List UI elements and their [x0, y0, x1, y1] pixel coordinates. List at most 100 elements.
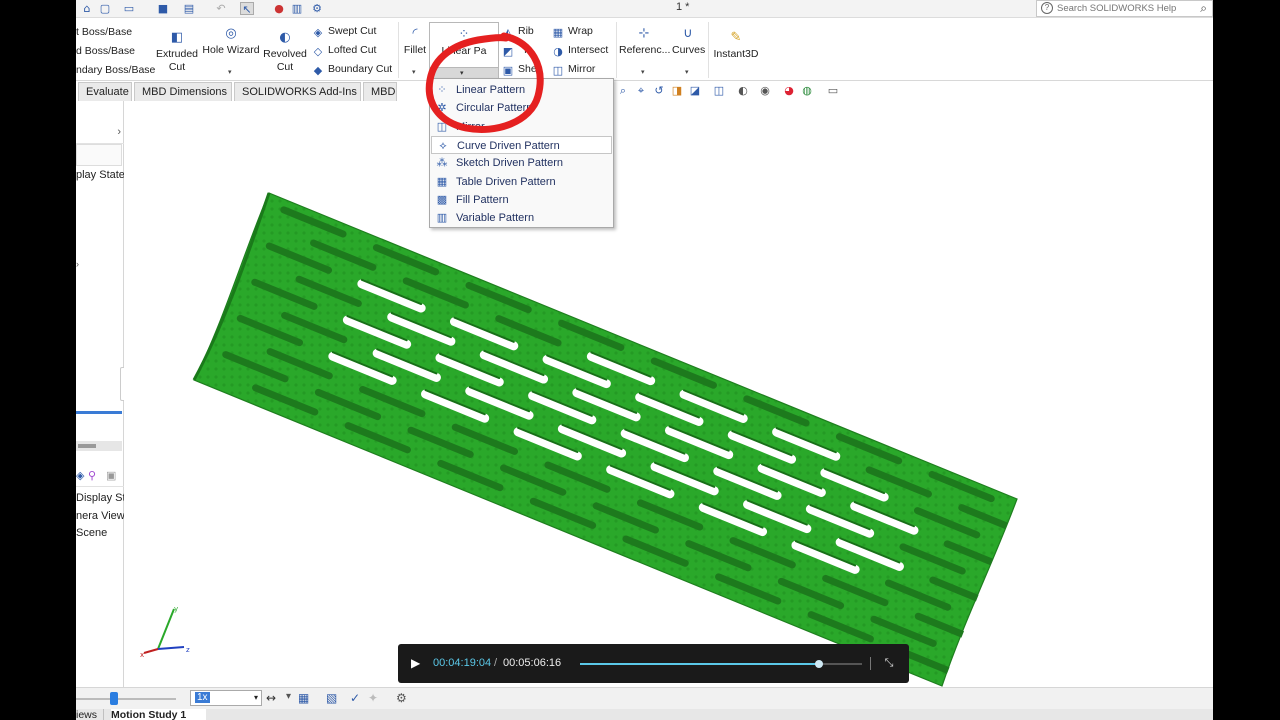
mirror-label: Mirror: [568, 63, 596, 75]
apply-scene-icon[interactable]: ◍: [800, 84, 814, 98]
swept-cut-label: Swept Cut: [328, 25, 377, 37]
hole-wizard-label: Hole Wizard: [202, 44, 260, 56]
search-icon[interactable]: ⌕: [1200, 1, 1207, 16]
camera-views-item[interactable]: nera Views: [76, 510, 130, 522]
seek-bar[interactable]: [580, 660, 862, 668]
play-icon[interactable]: ▶: [411, 656, 423, 670]
expand-arrow-icon[interactable]: ›: [76, 259, 79, 269]
exit-fullscreen-icon[interactable]: ⤡: [882, 656, 896, 670]
zoom-select[interactable]: 1x ▾: [190, 690, 262, 706]
view-triad: y z x: [140, 605, 190, 659]
open-icon[interactable]: ▭: [122, 2, 136, 15]
print-icon[interactable]: ▤: [182, 2, 196, 15]
menu-item-fill-pattern[interactable]: ▩ Fill Pattern: [431, 191, 612, 209]
wrap-button[interactable]: ▦ Wrap: [552, 25, 593, 42]
tab-model-views[interactable]: iews: [76, 709, 104, 720]
tab-solidworks-add-ins[interactable]: SOLIDWORKS Add-Ins: [234, 82, 361, 101]
lofted-cut-button[interactable]: ◇ Lofted Cut: [312, 44, 377, 61]
menu-item-table-driven-pattern[interactable]: ▦ Table Driven Pattern: [431, 173, 612, 191]
appearance-tab-icon[interactable]: ◈: [76, 469, 84, 482]
filter-field[interactable]: [76, 144, 122, 166]
zoom-to-fit-icon[interactable]: ⌕: [616, 84, 630, 98]
display-state-label: play State: [76, 169, 125, 181]
view-orientation-icon[interactable]: ◫: [712, 84, 726, 98]
select-icon[interactable]: ↖: [240, 2, 254, 16]
hole-wizard-button[interactable]: ◎ Hole Wizard: [202, 26, 260, 57]
edit-appearance-icon[interactable]: ◕: [782, 84, 796, 98]
extruded-cut-button[interactable]: ◧ Extruded Cut: [154, 30, 200, 74]
extruded-cut-icon: ◧: [170, 30, 184, 45]
add-key-icon[interactable]: ✦: [368, 691, 378, 705]
decal-tab-icon[interactable]: ⚲: [88, 469, 96, 482]
revolved-cut-button[interactable]: ◐ Revolved Cut: [263, 30, 307, 74]
home-icon[interactable]: ⌂: [80, 2, 94, 15]
calculate-icon[interactable]: ▦: [298, 691, 309, 705]
tab-mbd[interactable]: MBD: [363, 82, 397, 101]
reference-dropdown[interactable]: ▾: [641, 68, 645, 76]
hide-show-icon[interactable]: ◉: [758, 84, 772, 98]
resize-icon[interactable]: ↔: [266, 691, 276, 705]
dynamic-annotation-icon[interactable]: ◪: [688, 84, 702, 98]
search-help-box[interactable]: ? ⌕: [1036, 0, 1213, 17]
previous-view-icon[interactable]: ↺: [652, 84, 666, 98]
help-icon: ?: [1041, 2, 1053, 14]
panel-scrollbar[interactable]: [76, 441, 122, 451]
save-icon[interactable]: ■: [156, 2, 170, 15]
sketch-driven-pattern-icon: ⁂: [436, 156, 448, 170]
boundary-boss-button[interactable]: ndary Boss/Base: [76, 64, 155, 76]
instant3d-button[interactable]: ✎ Instant3D: [711, 30, 761, 61]
boundary-cut-icon: ◆: [313, 64, 323, 77]
scene-tab-icon[interactable]: ▣: [106, 469, 116, 482]
view-settings-icon[interactable]: ▭: [826, 84, 840, 98]
curves-dropdown[interactable]: ▾: [685, 68, 689, 76]
video-player-controls: ▶ 00:04:19:04 / 00:05:06:16 ⤡: [398, 644, 909, 683]
menu-item-label: Table Driven Pattern: [456, 175, 556, 188]
fillet-dropdown[interactable]: ▾: [412, 68, 416, 76]
display-states-item[interactable]: Display St: [76, 492, 126, 504]
intersect-label: Intersect: [568, 44, 609, 56]
swept-cut-icon: ◈: [313, 26, 323, 39]
search-input[interactable]: [1057, 2, 1187, 15]
time-separator: /: [494, 657, 498, 669]
new-document-icon[interactable]: ▢: [98, 2, 112, 15]
tab-mbd-dimensions[interactable]: MBD Dimensions: [134, 82, 232, 101]
slider-thumb[interactable]: [110, 692, 118, 705]
scene-item[interactable]: Scene: [76, 527, 107, 539]
undo-icon[interactable]: ↶: [214, 2, 228, 15]
menu-item-label: Curve Driven Pattern: [457, 139, 560, 152]
reference-geometry-button[interactable]: ⊹ Referenc...: [619, 26, 670, 57]
autokey-icon[interactable]: ✓: [350, 691, 360, 705]
tab-motion-study-1[interactable]: Motion Study 1: [111, 709, 206, 720]
chevron-right-icon[interactable]: ›: [117, 126, 121, 138]
curve-driven-pattern-icon: ⟡: [439, 138, 447, 152]
graphics-area[interactable]: y z x: [124, 101, 1213, 687]
rebuild-icon[interactable]: ●: [272, 2, 286, 15]
reference-geometry-icon: ⊹: [638, 26, 650, 41]
zoom-to-area-icon[interactable]: ⌖: [634, 84, 648, 98]
menu-item-variable-pattern[interactable]: ▥ Variable Pattern: [431, 209, 612, 227]
swept-cut-button[interactable]: ◈ Swept Cut: [312, 25, 377, 42]
settings-gear-icon[interactable]: ⚙: [396, 691, 407, 705]
tab-evaluate[interactable]: Evaluate: [78, 82, 132, 101]
boundary-cut-button[interactable]: ◆ Boundary Cut: [312, 63, 392, 80]
display-manager-tabs: ◈ ⚲ ▣: [76, 467, 124, 487]
options-icon[interactable]: ⚙: [310, 2, 324, 15]
timeline-slider[interactable]: [76, 692, 176, 705]
file-properties-icon[interactable]: ▥: [290, 2, 304, 15]
animation-wizard-icon[interactable]: ▧: [326, 691, 337, 705]
lofted-boss-button[interactable]: d Boss/Base: [76, 45, 135, 57]
hole-wizard-dropdown[interactable]: ▾: [228, 68, 232, 76]
intersect-button[interactable]: ◑ Intersect: [552, 44, 608, 61]
menu-item-label: Variable Pattern: [456, 212, 535, 225]
seek-handle[interactable]: [814, 660, 823, 668]
display-style-icon[interactable]: ◐: [736, 84, 750, 98]
extruded-cut-label-1: Extruded: [155, 48, 199, 60]
menu-item-sketch-driven-pattern[interactable]: ⁂ Sketch Driven Pattern: [431, 154, 612, 172]
scrollbar-thumb[interactable]: [78, 444, 96, 448]
wrap-label: Wrap: [568, 25, 593, 37]
curves-button[interactable]: ∪ Curves: [672, 26, 705, 57]
dropdown-arrow-icon[interactable]: ▾: [286, 691, 291, 702]
section-view-icon[interactable]: ◨: [670, 84, 684, 98]
perforated-tube-model[interactable]: [192, 192, 1021, 687]
swept-boss-button[interactable]: t Boss/Base: [76, 26, 132, 38]
